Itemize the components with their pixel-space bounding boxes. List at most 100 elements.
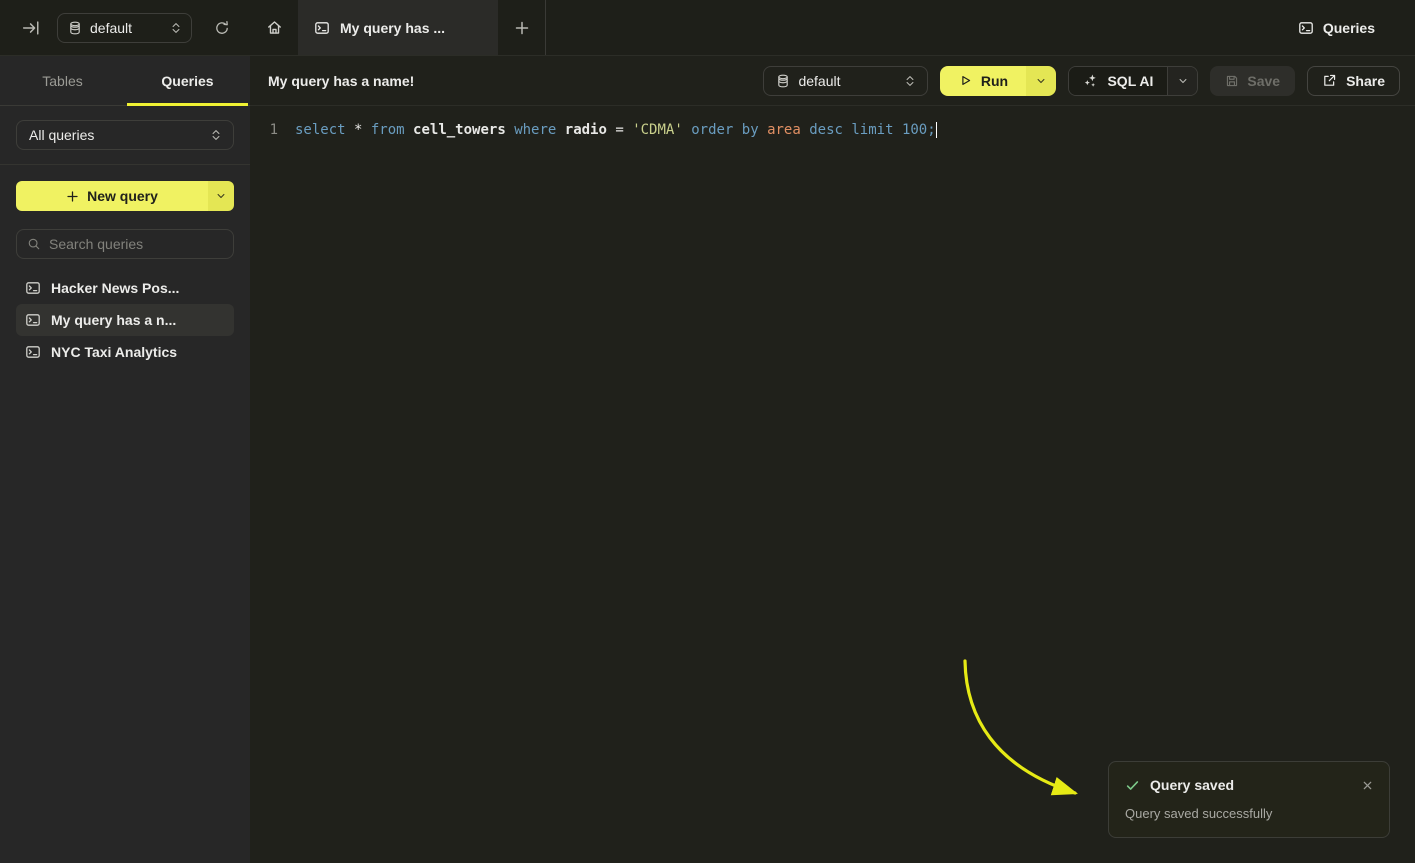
sql-editor[interactable]: 1 select * from cell_towers where radio … <box>250 106 1415 155</box>
collapse-sidebar-button[interactable] <box>22 19 40 37</box>
query-list-item[interactable]: NYC Taxi Analytics <box>16 336 234 368</box>
code-token-identifier: cell_towers <box>413 122 514 138</box>
query-item-label: NYC Taxi Analytics <box>51 344 177 360</box>
query-list: Hacker News Pos... My query has a n... N… <box>16 272 234 368</box>
toolbar-database-value: default <box>798 73 840 89</box>
chevron-down-icon <box>216 191 226 201</box>
terminal-window-icon <box>25 280 41 296</box>
sql-ai-main[interactable]: SQL AI <box>1069 67 1167 95</box>
share-button-label: Share <box>1346 73 1385 89</box>
text-cursor <box>936 122 938 138</box>
code-token-string: 'CDMA' <box>632 122 691 138</box>
tab-title: My query has ... <box>340 20 445 36</box>
editor-header: My query has a name! default <box>250 56 1415 106</box>
sidebar-tab-tables[interactable]: Tables <box>0 56 125 105</box>
new-query-main[interactable]: New query <box>16 181 208 211</box>
main-panel: My query has a name! default <box>250 56 1415 863</box>
code-token-plain: = <box>615 122 632 138</box>
run-button: Run <box>940 66 1056 96</box>
run-options-dropdown[interactable] <box>1026 66 1056 96</box>
sparkle-diamonds-icon <box>1083 73 1098 88</box>
plus-icon <box>66 190 79 203</box>
new-query-button: New query <box>16 181 234 211</box>
tab-my-query[interactable]: My query has ... <box>298 0 498 55</box>
save-button-label: Save <box>1247 73 1280 89</box>
app-shell: Tables Queries All queries New query <box>0 56 1415 863</box>
code-token-keyword: order by <box>691 122 767 138</box>
code-token-number: 100 <box>902 122 927 138</box>
code-token-field: area <box>767 122 809 138</box>
home-button[interactable] <box>250 0 298 55</box>
new-query-dropdown[interactable] <box>208 181 234 211</box>
sidebar-content: All queries New query <box>0 106 250 368</box>
code-token-keyword: select <box>295 122 354 138</box>
run-button-label: Run <box>981 73 1008 89</box>
house-icon <box>266 19 283 36</box>
toast-title: Query saved <box>1150 777 1234 793</box>
toast-header: Query saved <box>1125 777 1373 793</box>
sidebar-tab-queries[interactable]: Queries <box>125 56 250 105</box>
save-button[interactable]: Save <box>1210 66 1295 96</box>
sql-ai-button: SQL AI <box>1068 66 1198 96</box>
floppy-disk-icon <box>1225 74 1239 88</box>
topbar-database-selector[interactable]: default <box>57 13 192 43</box>
queries-indicator-label: Queries <box>1323 20 1375 36</box>
up-down-chevrons-icon <box>211 128 221 142</box>
topbar: default My query has ... <box>0 0 1415 56</box>
refresh-button[interactable] <box>207 13 237 43</box>
query-list-item[interactable]: My query has a n... <box>16 304 234 336</box>
play-triangle-icon <box>959 74 972 87</box>
query-filter-value: All queries <box>29 127 94 143</box>
new-query-label: New query <box>87 188 158 204</box>
toast-close-button[interactable] <box>1362 780 1373 791</box>
magnifier-icon <box>27 237 41 251</box>
search-queries-box <box>16 229 234 259</box>
topbar-left-section: default <box>0 0 250 55</box>
query-list-item[interactable]: Hacker News Pos... <box>16 272 234 304</box>
database-cylinder-icon <box>776 74 790 88</box>
up-down-chevrons-icon <box>171 21 181 35</box>
query-filter-select[interactable]: All queries <box>16 120 234 150</box>
page-title: My query has a name! <box>268 73 414 89</box>
line-number: 1 <box>268 120 278 141</box>
code-token-identifier: radio <box>565 122 616 138</box>
share-button[interactable]: Share <box>1307 66 1400 96</box>
editor-toolbar: default Run <box>763 66 1400 96</box>
plus-icon <box>514 20 530 36</box>
terminal-window-icon <box>314 20 330 36</box>
sidebar-tabs: Tables Queries <box>0 56 250 106</box>
code-token-keyword: where <box>514 122 565 138</box>
toolbar-database-selector[interactable]: default <box>763 66 928 96</box>
queries-indicator[interactable]: Queries <box>1298 0 1375 55</box>
topbar-spacer <box>546 0 1298 55</box>
toast-query-saved: Query saved Query saved successfully <box>1108 761 1390 838</box>
code-token-keyword: desc limit <box>809 122 902 138</box>
tab-strip: My query has ... <box>250 0 546 55</box>
circular-arrow-icon <box>214 20 230 36</box>
chevron-down-icon <box>1178 76 1188 86</box>
sql-ai-label: SQL AI <box>1107 73 1153 89</box>
code-token-keyword: from <box>371 122 413 138</box>
terminal-window-icon <box>25 344 41 360</box>
code-token-plain: * <box>354 122 371 138</box>
code-line: select * from cell_towers where radio = … <box>295 120 937 141</box>
arrow-to-bar-icon <box>22 19 40 37</box>
database-cylinder-icon <box>68 21 82 35</box>
run-button-main[interactable]: Run <box>940 66 1026 96</box>
chevron-down-icon <box>1036 76 1046 86</box>
code-token-keyword: ; <box>927 122 935 138</box>
terminal-window-icon <box>25 312 41 328</box>
arrow-out-of-box-icon <box>1322 73 1337 88</box>
checkmark-icon <box>1125 778 1140 793</box>
query-item-label: Hacker News Pos... <box>51 280 179 296</box>
sidebar-divider <box>0 164 250 165</box>
sidebar: Tables Queries All queries New query <box>0 56 250 863</box>
search-queries-input[interactable] <box>49 236 223 252</box>
terminal-window-icon <box>1298 20 1314 36</box>
topbar-database-value: default <box>90 20 132 36</box>
toast-message: Query saved successfully <box>1125 806 1373 821</box>
sql-ai-dropdown[interactable] <box>1167 67 1197 95</box>
new-tab-button[interactable] <box>498 0 545 55</box>
up-down-chevrons-icon <box>905 74 915 88</box>
query-item-label: My query has a n... <box>51 312 176 328</box>
